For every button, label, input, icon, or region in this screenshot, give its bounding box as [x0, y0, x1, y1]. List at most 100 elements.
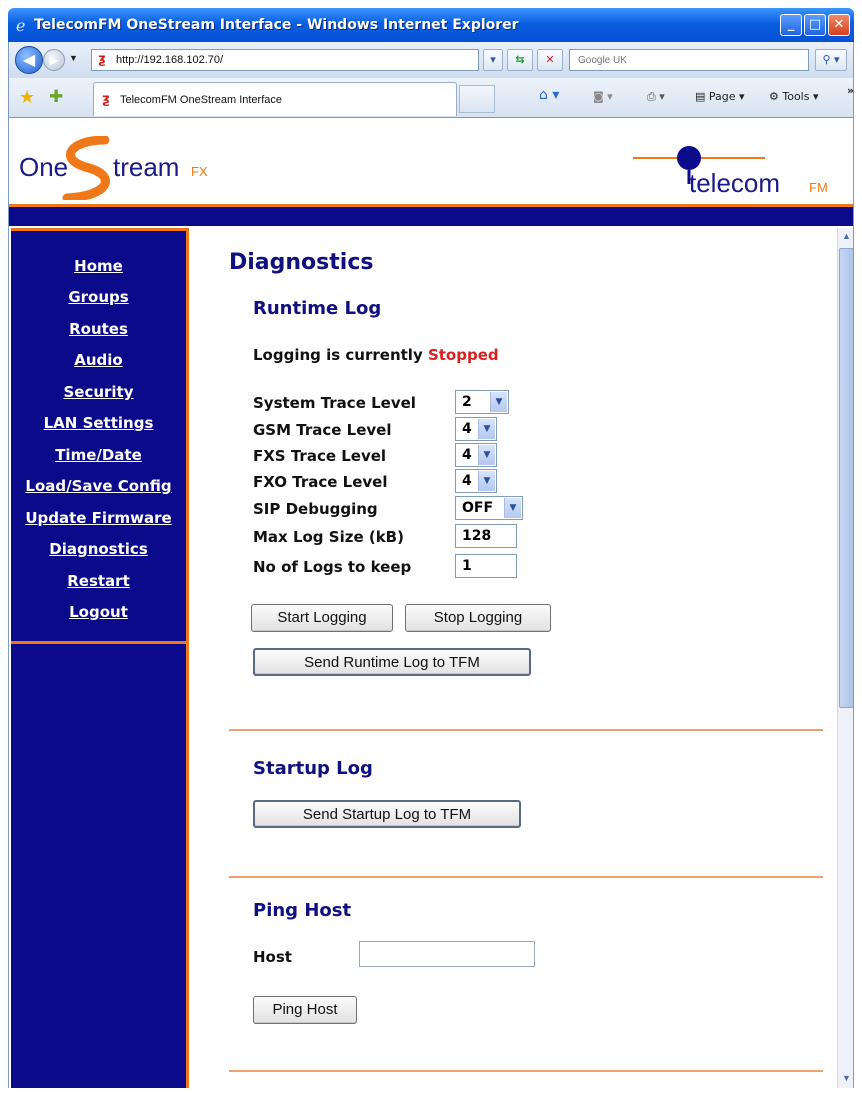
tab-label: TelecomFM OneStream Interface: [120, 94, 283, 106]
sidebar: Home Groups Routes Audio Security LAN Se…: [11, 228, 189, 1088]
tab-onestream[interactable]: ƺ TelecomFM OneStream Interface: [93, 82, 457, 116]
search-field[interactable]: [569, 49, 809, 71]
max-log-input[interactable]: 128: [455, 524, 517, 548]
logging-status-prefix: Logging is currently: [253, 346, 423, 364]
chevron-down-icon: ▼: [490, 392, 507, 412]
url-field[interactable]: ƺ http://192.168.102.70/: [91, 49, 479, 71]
onestream-logo: One tream FX: [19, 136, 208, 200]
logging-status: Logging is currently Stopped: [253, 346, 499, 364]
runtime-log-heading: Runtime Log: [253, 298, 382, 319]
ie-logo-icon: ℯ: [16, 16, 26, 35]
section-divider: [229, 1070, 823, 1072]
stop-button[interactable]: ✕: [537, 49, 563, 71]
window-title: TelecomFM OneStream Interface - Windows …: [34, 17, 519, 33]
sidebar-item-load-save-config[interactable]: Load/Save Config: [11, 477, 186, 495]
chevron-down-icon: ▼: [478, 445, 495, 465]
sip-debug-select[interactable]: OFF ▼: [455, 496, 523, 520]
header-band: [9, 204, 853, 226]
host-input[interactable]: [359, 941, 535, 967]
search-icon: ⚲ ▾: [822, 53, 840, 66]
scroll-up-icon[interactable]: ▲: [838, 228, 853, 245]
fxs-trace-value: 4: [462, 447, 472, 463]
tab-favicon-icon: ƺ: [102, 92, 110, 107]
send-runtime-log-button[interactable]: Send Runtime Log to TFM: [253, 648, 531, 676]
fxs-trace-select[interactable]: 4 ▼: [455, 443, 497, 467]
sidebar-item-diagnostics[interactable]: Diagnostics: [11, 540, 186, 558]
search-button[interactable]: ⚲ ▾: [815, 49, 847, 71]
system-trace-value: 2: [462, 394, 472, 410]
tools-menu[interactable]: ⚙ Tools ▾: [769, 90, 819, 103]
close-button[interactable]: ✕: [828, 14, 850, 36]
page-menu[interactable]: ▤ Page ▾: [695, 90, 745, 103]
stop-icon: ✕: [545, 53, 555, 66]
startup-log-heading: Startup Log: [253, 758, 373, 779]
scrollbar-thumb[interactable]: [839, 248, 853, 708]
sidebar-item-restart[interactable]: Restart: [11, 572, 186, 590]
url-dropdown-button[interactable]: ▾: [483, 49, 503, 71]
add-favorite-icon[interactable]: ✚: [49, 87, 63, 107]
logo-text-fm: FM: [809, 180, 828, 195]
chevron-down-icon: ▼: [478, 419, 495, 439]
sidebar-item-groups[interactable]: Groups: [11, 288, 186, 306]
sidebar-menu: Home Groups Routes Audio Security LAN Se…: [11, 228, 186, 644]
forward-button[interactable]: ▶: [43, 49, 65, 71]
back-arrow-icon: ◀: [22, 50, 36, 69]
sidebar-item-audio[interactable]: Audio: [11, 351, 186, 369]
maximize-button[interactable]: □: [804, 14, 826, 36]
system-trace-label: System Trace Level: [253, 394, 416, 412]
favorites-star-icon[interactable]: ★: [19, 87, 35, 108]
gsm-trace-select[interactable]: 4 ▼: [455, 417, 497, 441]
sidebar-item-logout[interactable]: Logout: [11, 603, 186, 621]
forward-arrow-icon: ▶: [49, 53, 59, 67]
back-button[interactable]: ◀: [15, 46, 43, 74]
logs-keep-input[interactable]: 1: [455, 554, 517, 578]
main-content: Diagnostics Runtime Log Logging is curre…: [189, 228, 837, 1088]
recent-pages-dropdown[interactable]: ▼: [69, 53, 78, 63]
new-tab-button[interactable]: [459, 85, 495, 113]
fxo-trace-select[interactable]: 4 ▼: [455, 469, 497, 493]
sidebar-item-security[interactable]: Security: [11, 383, 186, 401]
search-input[interactable]: [570, 50, 808, 70]
feeds-icon[interactable]: ◙ ▾: [593, 90, 613, 103]
sidebar-item-home[interactable]: Home: [11, 257, 186, 275]
host-label: Host: [253, 948, 292, 966]
print-icon[interactable]: ⎙ ▾: [647, 90, 665, 104]
minimize-button[interactable]: _: [780, 14, 802, 36]
refresh-icon: ⇆: [515, 53, 525, 66]
send-startup-log-button[interactable]: Send Startup Log to TFM: [253, 800, 521, 828]
stop-logging-button[interactable]: Stop Logging: [405, 604, 551, 632]
telecomfm-logo: telecom FM: [633, 146, 828, 198]
home-icon[interactable]: ⌂ ▾: [539, 87, 559, 103]
max-log-label: Max Log Size (kB): [253, 528, 404, 546]
page-icon: ▤: [695, 90, 709, 103]
ping-host-button[interactable]: Ping Host: [253, 996, 357, 1024]
fxs-trace-label: FXS Trace Level: [253, 447, 387, 465]
start-logging-button[interactable]: Start Logging: [251, 604, 393, 632]
fxo-trace-value: 4: [462, 473, 472, 489]
site-header: One tream FX telecom FM: [9, 118, 853, 204]
sidebar-item-time-date[interactable]: Time/Date: [11, 446, 186, 464]
section-divider: [229, 876, 823, 878]
chevron-down-icon: ▾: [490, 53, 496, 66]
more-commands-icon[interactable]: »: [847, 84, 854, 97]
chevron-down-icon: ▼: [478, 471, 495, 491]
gsm-trace-value: 4: [462, 421, 472, 437]
vertical-scrollbar[interactable]: ▲ ▼: [837, 228, 853, 1088]
sidebar-item-update-firmware[interactable]: Update Firmware: [11, 509, 186, 527]
scroll-down-icon[interactable]: ▼: [838, 1070, 853, 1087]
page-menu-label: Page: [708, 90, 736, 103]
page-viewport: One tream FX telecom FM Home Groups Rout…: [8, 118, 854, 1088]
fxo-trace-label: FXO Trace Level: [253, 473, 388, 491]
sip-debug-value: OFF: [462, 500, 494, 516]
sidebar-item-lan-settings[interactable]: LAN Settings: [11, 414, 186, 432]
window-titlebar: ℯ TelecomFM OneStream Interface - Window…: [8, 8, 854, 42]
sidebar-item-routes[interactable]: Routes: [11, 320, 186, 338]
chevron-down-icon: ▼: [504, 498, 521, 518]
logo-text-one: One: [19, 152, 68, 182]
system-trace-select[interactable]: 2 ▼: [455, 390, 509, 414]
refresh-button[interactable]: ⇆: [507, 49, 533, 71]
address-bar: ◀ ▶ ▼ ƺ http://192.168.102.70/ ▾ ⇆ ✕ ⚲ ▾: [8, 42, 854, 78]
url-text: http://192.168.102.70/: [116, 54, 224, 66]
logo-text-telecom: telecom: [689, 168, 780, 198]
gsm-trace-label: GSM Trace Level: [253, 421, 392, 439]
